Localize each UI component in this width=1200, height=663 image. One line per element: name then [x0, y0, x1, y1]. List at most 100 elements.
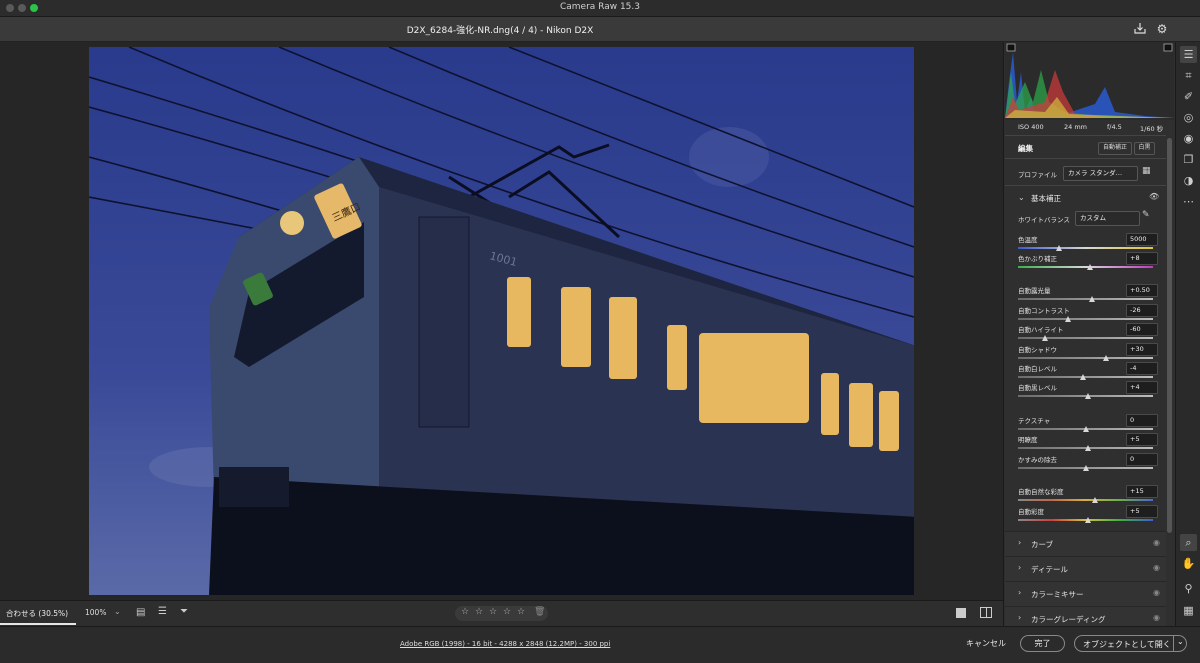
slider-thumb[interactable] [1089, 296, 1096, 302]
exif-shutter: 1/60 秒 [1140, 125, 1164, 133]
slider-thumb[interactable] [1085, 445, 1092, 451]
slider-thumb[interactable] [1082, 465, 1089, 471]
chevron-right-icon[interactable]: › [1018, 538, 1021, 547]
grid-icon[interactable]: ▦ [1180, 602, 1197, 619]
basic-header[interactable]: 基本補正 [1031, 193, 1061, 204]
split-view-icon[interactable] [980, 607, 992, 618]
slider-track[interactable] [1018, 337, 1153, 339]
wb-dropdown[interactable]: カスタム [1075, 211, 1140, 226]
profile-dropdown[interactable]: カメラ スタンダ… [1063, 166, 1138, 181]
open-object-button[interactable]: オブジェクトとして開く ⌄ [1074, 635, 1187, 652]
zoom-dropdown-icon[interactable]: ⌄ [114, 607, 121, 616]
panel-scrollbar[interactable] [1167, 138, 1172, 533]
slider-value-input[interactable]: -26 [1126, 304, 1158, 317]
slider-thumb[interactable] [1079, 374, 1086, 380]
presets-icon[interactable]: ◑ [1180, 172, 1197, 189]
save-icon[interactable] [1133, 22, 1147, 36]
red-eye-icon[interactable]: ◉ [1180, 130, 1197, 147]
slider-track[interactable] [1018, 318, 1153, 320]
slider-track[interactable] [1018, 298, 1153, 300]
divider [1005, 135, 1166, 136]
auto-button[interactable]: 自動補正 [1098, 142, 1132, 155]
slider-thumb[interactable] [1102, 355, 1109, 361]
cancel-button[interactable]: キャンセル [966, 638, 1006, 649]
before-after-icon[interactable]: ▤ [136, 607, 145, 618]
star-3[interactable]: ☆ [489, 607, 497, 617]
slider-value-input[interactable]: 0 [1126, 414, 1158, 427]
star-4[interactable]: ☆ [503, 607, 511, 617]
slider-thumb[interactable] [1042, 335, 1048, 341]
star-2[interactable]: ☆ [475, 607, 483, 617]
slider-label: 自動露光量 [1018, 287, 1051, 295]
hand-tool-icon[interactable]: ✋ [1180, 555, 1197, 572]
sort-icon[interactable]: ☰ [158, 606, 167, 617]
slider-label: 自動白レベル [1018, 365, 1057, 373]
slider-thumb[interactable] [1091, 497, 1098, 503]
histogram [1005, 42, 1174, 120]
fit-zoom-button[interactable]: 合わせる (30.5%) [6, 608, 68, 619]
slider-label: テクスチャ [1018, 417, 1051, 425]
chevron-right-icon[interactable]: › [1018, 613, 1021, 622]
zoom-100-button[interactable]: 100% [85, 608, 106, 617]
single-view-icon[interactable] [956, 608, 966, 618]
filter-icon[interactable]: ⏷ [180, 606, 188, 617]
slider-thumb[interactable] [1064, 316, 1071, 322]
slider-value-input[interactable]: 5000 [1126, 233, 1158, 246]
slider-track[interactable] [1018, 247, 1153, 249]
trash-icon[interactable]: 🗑 [534, 607, 545, 617]
bw-button[interactable]: 白黒 [1134, 142, 1155, 155]
slider-value-input[interactable]: +5 [1126, 433, 1158, 446]
section-label: カーブ [1031, 540, 1054, 549]
slider-label: 自動ハイライト [1018, 326, 1064, 334]
slider-track[interactable] [1018, 357, 1153, 359]
slider-thumb[interactable] [1082, 426, 1089, 432]
zoom-tool-icon[interactable]: ⌕ [1180, 534, 1197, 551]
slider-value-input[interactable]: -4 [1126, 362, 1158, 375]
workflow-options-link[interactable]: Adobe RGB (1998) - 16 bit - 4288 x 2848 … [400, 640, 610, 648]
panel-section[interactable]: › カラーミキサー ◉ [1005, 581, 1166, 606]
done-button[interactable]: 完了 [1020, 635, 1065, 652]
status-bar: Adobe RGB (1998) - 16 bit - 4288 x 2848 … [0, 626, 1200, 663]
eye-icon[interactable]: ◉ [1153, 613, 1160, 622]
chevron-down-icon[interactable]: ⌄ [1177, 637, 1184, 646]
slider-thumb[interactable] [1085, 393, 1092, 399]
eye-icon[interactable]: ◉ [1153, 538, 1160, 547]
eye-icon[interactable]: ◉ [1153, 588, 1160, 597]
slider-value-input[interactable]: +5 [1126, 505, 1158, 518]
panel-section[interactable]: › カーブ ◉ [1005, 531, 1166, 556]
eye-icon[interactable]: ◉ [1153, 563, 1160, 572]
heal-brush-icon[interactable]: ✐ [1180, 88, 1197, 105]
slider-label: 色かぶり補正 [1018, 255, 1057, 263]
color-sampler-icon[interactable]: ⚲ [1180, 580, 1197, 597]
slider-value-input[interactable]: +0.50 [1126, 284, 1158, 297]
slider-thumb[interactable] [1086, 264, 1093, 270]
slider-value-input[interactable]: +15 [1126, 485, 1158, 498]
profile-browser-icon[interactable]: ▦ [1142, 166, 1151, 176]
basic-collapse-chevron[interactable]: ⌄ [1018, 193, 1025, 202]
more-icon[interactable]: ⋯ [1180, 193, 1197, 210]
star-1[interactable]: ☆ [461, 607, 469, 617]
image-canvas[interactable]: 三鷹口 1001 [0, 42, 1003, 600]
masking-icon[interactable]: ◎ [1180, 109, 1197, 126]
chevron-right-icon[interactable]: › [1018, 588, 1021, 597]
slider-track[interactable] [1018, 499, 1153, 501]
eye-icon[interactable]: 👁 [1149, 192, 1159, 201]
panel-section[interactable]: › ディテール ◉ [1005, 556, 1166, 581]
slider-thumb[interactable] [1055, 245, 1062, 251]
edit-tool-icon[interactable]: ☰ [1180, 46, 1197, 63]
slider-value-input[interactable]: -60 [1126, 323, 1158, 336]
slider-thumb[interactable] [1085, 517, 1092, 523]
slider-label: 自動彩度 [1018, 508, 1044, 516]
crop-icon[interactable]: ⌗ [1180, 67, 1197, 84]
star-5[interactable]: ☆ [517, 607, 525, 617]
chevron-right-icon[interactable]: › [1018, 563, 1021, 572]
slider-value-input[interactable]: +8 [1126, 252, 1158, 265]
slider-value-input[interactable]: 0 [1126, 453, 1158, 466]
snapshots-icon[interactable]: ❐ [1180, 151, 1197, 168]
slider-value-input[interactable]: +4 [1126, 381, 1158, 394]
exif-focal: 24 mm [1064, 123, 1088, 131]
gear-icon[interactable]: ⚙ [1155, 22, 1169, 36]
eyedropper-icon[interactable]: ✎ [1142, 210, 1150, 220]
slider-track[interactable] [1018, 266, 1153, 268]
slider-value-input[interactable]: +30 [1126, 343, 1158, 356]
